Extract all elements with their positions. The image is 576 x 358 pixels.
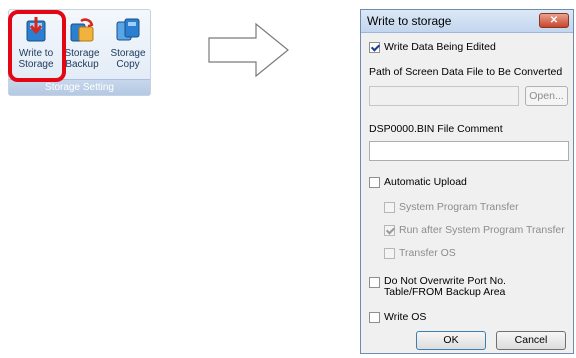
open-button[interactable]: Open...	[525, 86, 568, 106]
path-label-row: Path of Screen Data File to Be Converted	[369, 66, 562, 78]
comment-input[interactable]	[369, 141, 569, 161]
comment-label: DSP0000.BIN File Comment	[369, 123, 503, 135]
write-to-storage-label: Write to Storage	[18, 48, 54, 70]
storage-copy-label: Storage Copy	[110, 48, 146, 70]
storage-backup-icon	[70, 18, 94, 42]
write-os-label: Write OS	[384, 311, 427, 323]
do-not-overwrite-checkbox[interactable]: Do Not Overwrite Port No. Table/FROM Bac…	[369, 276, 506, 298]
do-not-overwrite-box[interactable]	[369, 277, 380, 288]
system-program-transfer-checkbox[interactable]: System Program Transfer	[384, 201, 519, 213]
dialog-title: Write to storage	[367, 14, 452, 28]
close-button[interactable]: ✕	[539, 13, 569, 28]
automatic-upload-box[interactable]	[369, 176, 380, 188]
storage-copy-icon	[116, 18, 140, 41]
system-program-transfer-label: System Program Transfer	[399, 201, 519, 213]
automatic-upload-checkbox[interactable]: Automatic Upload	[369, 176, 467, 188]
ribbon-group-caption: Storage Setting	[9, 79, 150, 95]
path-label: Path of Screen Data File to Be Converted	[369, 66, 563, 78]
write-to-storage-button[interactable]: Write to Storage	[13, 14, 59, 80]
do-not-overwrite-label-line2: Table/FROM Backup Area	[384, 286, 506, 298]
screenshot-stage: Write to Storage Storage Backup Storage …	[0, 0, 576, 358]
storage-setting-ribbon-group: Write to Storage Storage Backup Storage …	[8, 9, 151, 96]
transfer-os-label: Transfer OS	[399, 247, 456, 259]
comment-label-row: DSP0000.BIN File Comment	[369, 123, 503, 135]
path-input[interactable]	[369, 86, 519, 106]
write-os-checkbox[interactable]: Write OS	[369, 311, 426, 323]
run-after-transfer-label: Run after System Program Transfer	[399, 224, 565, 236]
write-data-being-edited-box[interactable]	[369, 41, 380, 53]
system-program-transfer-box[interactable]	[384, 201, 395, 213]
storage-backup-button[interactable]: Storage Backup	[59, 14, 105, 80]
run-after-transfer-checkbox[interactable]: Run after System Program Transfer	[384, 224, 565, 236]
transfer-os-box[interactable]	[384, 247, 395, 259]
write-os-box[interactable]	[369, 311, 380, 323]
close-icon: ✕	[549, 15, 559, 26]
storage-copy-button[interactable]: Storage Copy	[105, 14, 151, 80]
write-to-storage-icon	[26, 17, 46, 42]
cancel-button[interactable]: Cancel	[496, 331, 566, 350]
do-not-overwrite-label: Do Not Overwrite Port No. Table/FROM Bac…	[384, 276, 506, 298]
storage-backup-label: Storage Backup	[64, 48, 100, 70]
write-data-being-edited-label: Write Data Being Edited	[384, 41, 496, 53]
write-data-being-edited-checkbox[interactable]: Write Data Being Edited	[369, 41, 496, 53]
transfer-os-checkbox[interactable]: Transfer OS	[384, 247, 456, 259]
write-to-storage-dialog: Write to storage ✕ Write Data Being Edit…	[360, 9, 574, 354]
ok-button[interactable]: OK	[416, 331, 486, 350]
right-arrow-icon	[208, 22, 289, 78]
automatic-upload-label: Automatic Upload	[384, 176, 467, 188]
dialog-titlebar[interactable]: Write to storage ✕	[361, 10, 573, 33]
run-after-transfer-box[interactable]	[384, 224, 395, 236]
